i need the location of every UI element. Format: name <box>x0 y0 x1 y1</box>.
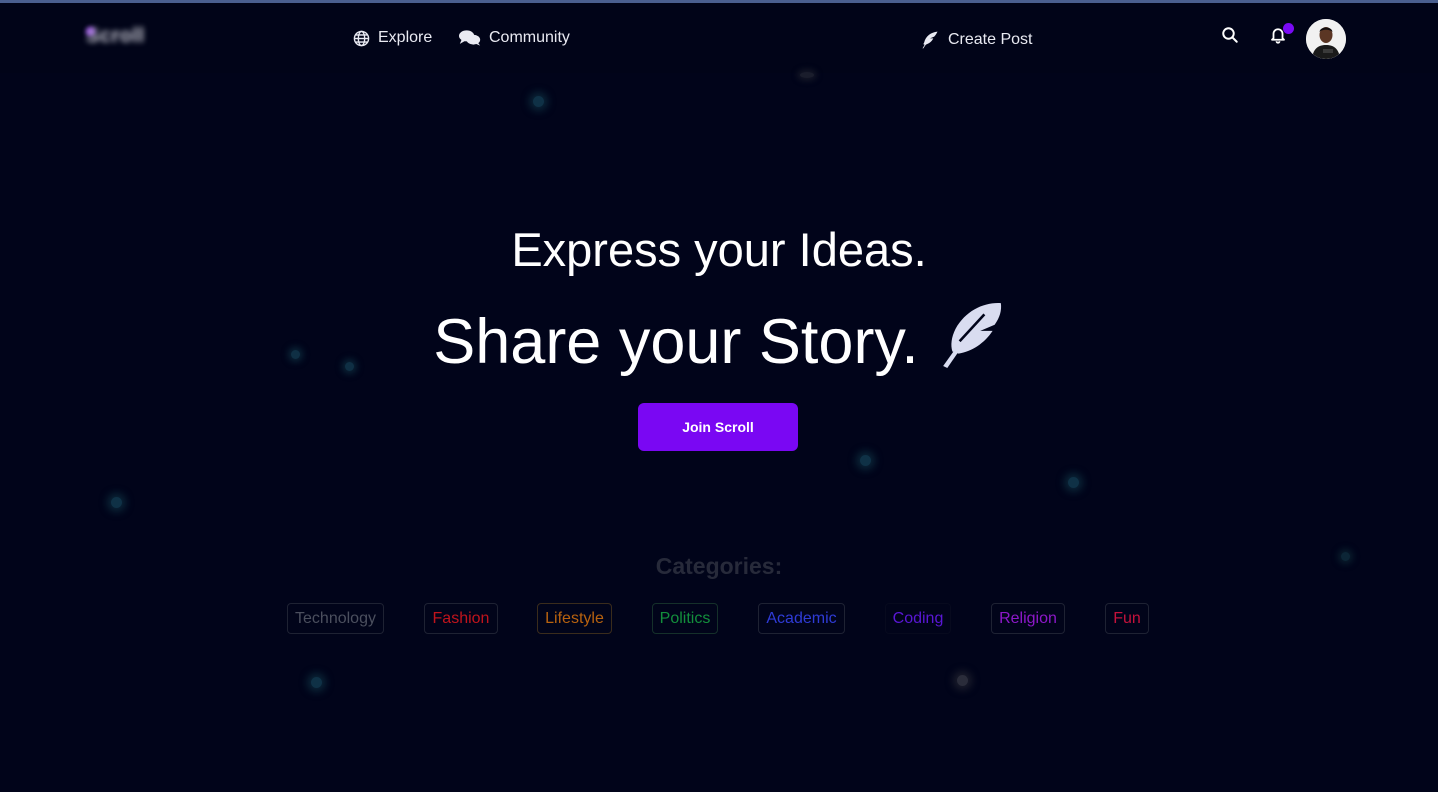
category-lifestyle[interactable]: Lifestyle <box>537 603 612 634</box>
navbar: Scroll Explore Community Create Post <box>0 3 1438 73</box>
logo[interactable]: Scroll <box>86 25 145 48</box>
particle <box>800 72 814 78</box>
particle <box>311 677 322 688</box>
category-fashion[interactable]: Fashion <box>424 603 498 634</box>
feather-icon <box>939 300 1005 383</box>
globe-icon <box>353 30 370 47</box>
particle <box>111 497 122 508</box>
chat-bubbles-icon <box>459 29 481 47</box>
category-religion[interactable]: Religion <box>991 603 1065 634</box>
category-fun[interactable]: Fun <box>1105 603 1149 634</box>
search-icon <box>1221 26 1239 49</box>
particle <box>533 96 544 107</box>
particle <box>957 675 968 686</box>
feather-icon <box>920 30 940 50</box>
category-politics[interactable]: Politics <box>652 603 718 634</box>
user-avatar[interactable] <box>1306 19 1346 59</box>
hero-heading-1: Express your Ideas. <box>511 223 927 276</box>
category-technology[interactable]: Technology <box>287 603 384 634</box>
nav-explore-label: Explore <box>378 29 433 46</box>
category-academic[interactable]: Academic <box>758 603 845 634</box>
search-button[interactable] <box>1219 26 1241 48</box>
particle <box>860 455 871 466</box>
nav-community-label: Community <box>489 29 570 46</box>
notification-badge <box>1283 23 1294 34</box>
nav-explore[interactable]: Explore <box>353 29 432 47</box>
particle <box>1068 477 1079 488</box>
hero-heading-2-text: Share your Story. <box>433 306 919 377</box>
hero-heading-2: Share your Story. <box>0 300 1438 383</box>
category-coding[interactable]: Coding <box>885 603 951 634</box>
nav-community[interactable]: Community <box>459 29 570 47</box>
categories-title: Categories: <box>655 553 783 579</box>
join-button[interactable]: Join Scroll <box>638 403 798 451</box>
create-post-label: Create Post <box>948 31 1033 48</box>
create-post-link[interactable]: Create Post <box>920 30 1032 50</box>
